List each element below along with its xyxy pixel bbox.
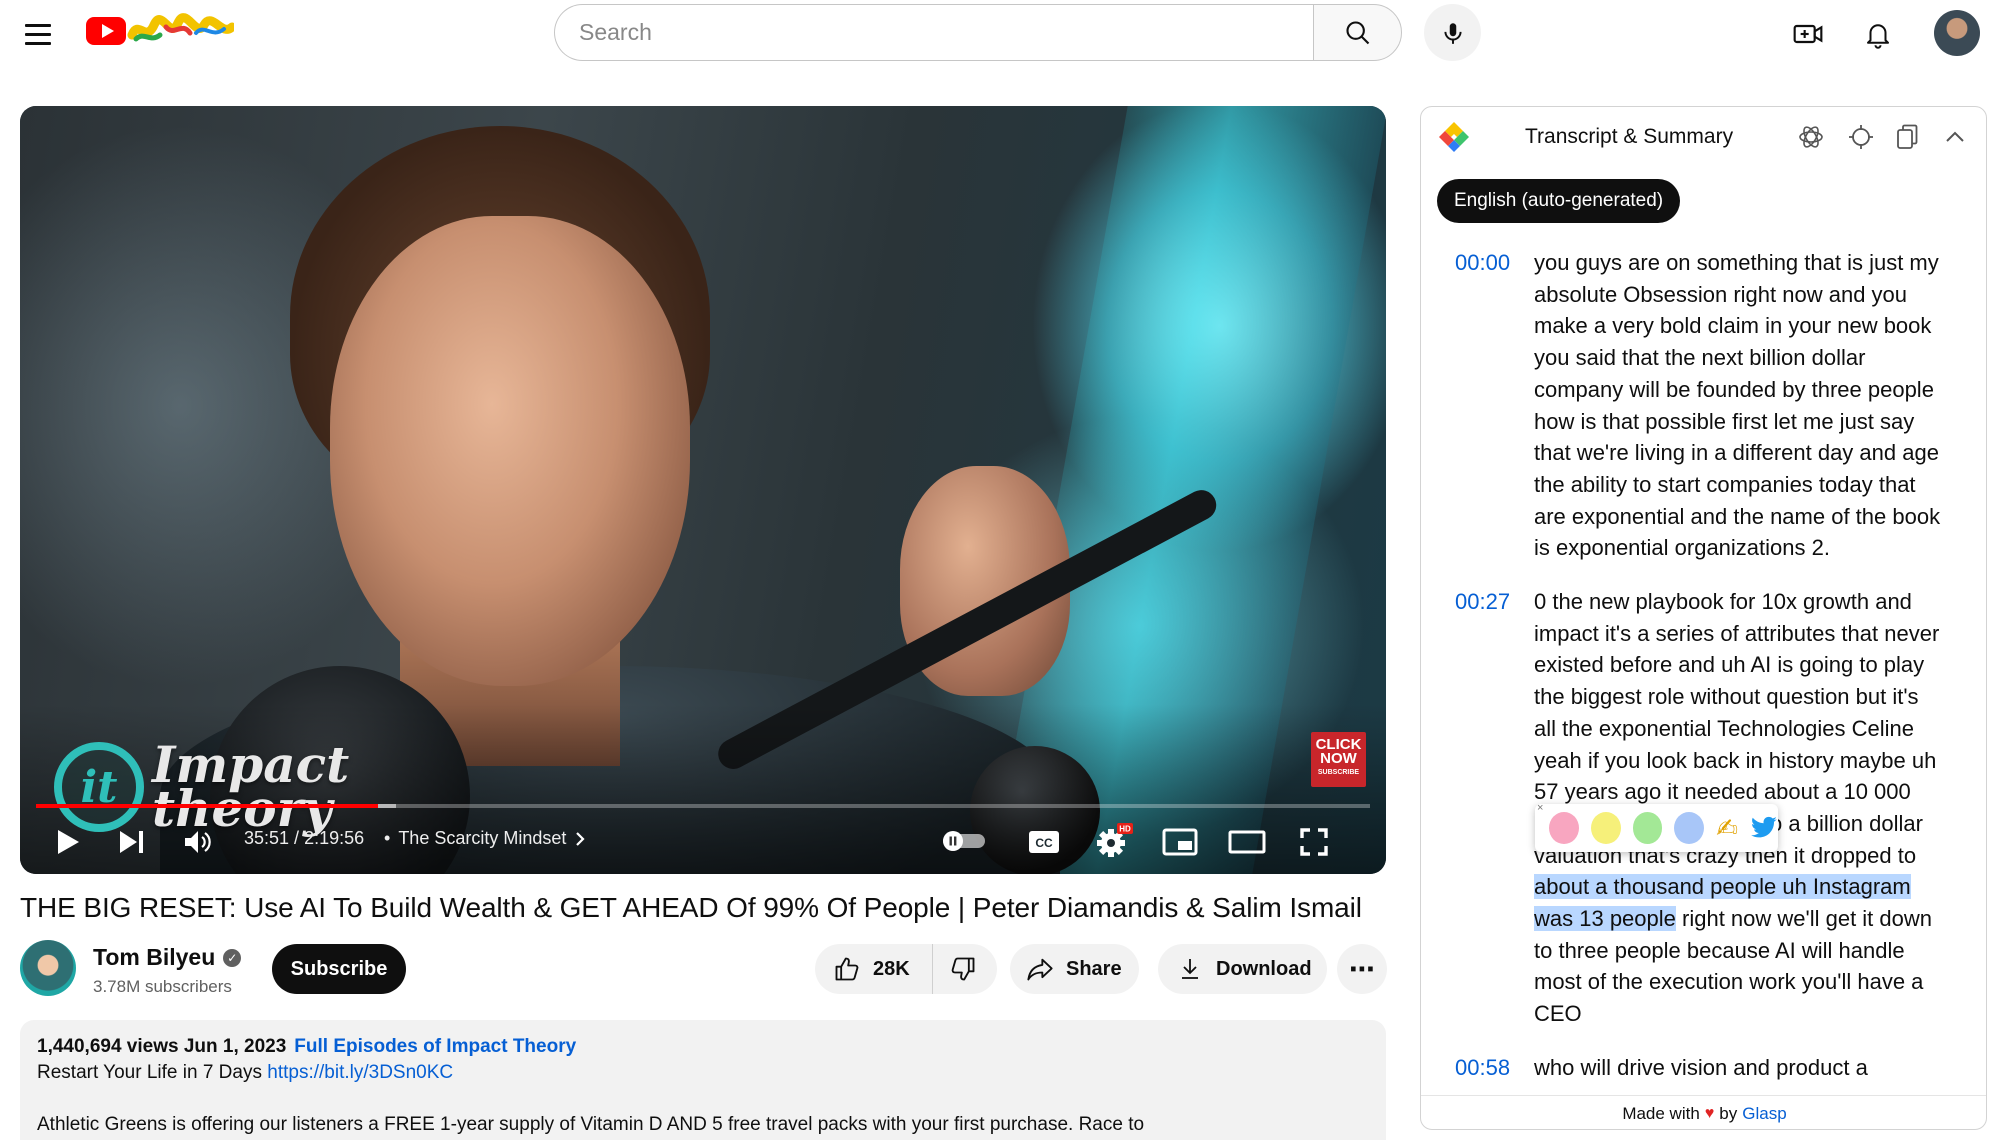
bell-icon [1867, 24, 1889, 49]
thumbs-down-icon [951, 957, 975, 981]
segment-text: who will drive vision and product a [1534, 1054, 1868, 1080]
transcript-summary-panel: Transcript & Summary English (auto-gener… [1420, 106, 1987, 1130]
jump-to-current-button[interactable] [1845, 121, 1877, 153]
create-video-button[interactable] [1786, 12, 1830, 56]
subscribe-button[interactable]: Subscribe [272, 944, 406, 994]
captions-button[interactable]: CC [1022, 822, 1066, 862]
subscribe-overlay-button[interactable]: CLICK NOW SUBSCRIBE [1311, 732, 1366, 787]
segment-text: you guys are on something that is just m… [1534, 250, 1941, 561]
copy-icon [1897, 124, 1918, 149]
thumbs-up-icon [835, 957, 859, 981]
highlight-pink-button[interactable] [1549, 812, 1579, 844]
transcript-list[interactable]: 00:00 you guys are on something that is … [1421, 247, 1986, 1095]
notifications-button[interactable] [1856, 12, 1900, 56]
masthead [0, 0, 2000, 72]
guide-menu-icon[interactable] [18, 14, 58, 54]
crosshair-icon [1849, 125, 1873, 149]
search-button[interactable] [1313, 4, 1402, 61]
download-icon [1182, 959, 1198, 979]
speaker-face [330, 216, 690, 686]
settings-button[interactable]: HD [1090, 818, 1136, 864]
highlight-green-button[interactable] [1632, 812, 1663, 844]
download-button[interactable]: Download [1158, 944, 1327, 994]
fullscreen-icon [1300, 828, 1328, 856]
channel-name-link[interactable]: Tom Bilyeu ✓ [93, 944, 242, 971]
like-dislike-group: 28K [815, 944, 997, 994]
channel-watermark[interactable]: it Impact theory [54, 740, 349, 834]
chatgpt-summary-button[interactable] [1795, 121, 1827, 153]
share-icon [1027, 958, 1053, 981]
copy-transcript-button[interactable] [1891, 121, 1923, 153]
channel-avatar[interactable] [20, 940, 76, 996]
account-avatar[interactable] [1934, 10, 1980, 56]
mute-button[interactable] [178, 822, 218, 862]
timestamp-link[interactable]: 00:27 [1455, 586, 1534, 1030]
glasp-logo-icon [1439, 122, 1469, 152]
play-button[interactable] [48, 822, 88, 862]
panel-header: Transcript & Summary [1421, 107, 1986, 167]
openai-icon [1799, 126, 1823, 148]
miniplayer-icon [1162, 828, 1198, 856]
timestamp-link[interactable]: 00:58 [1455, 1052, 1534, 1084]
transcript-segment: 00:58 who will drive vision and product … [1421, 1052, 1986, 1084]
like-button[interactable]: 28K [815, 944, 933, 994]
search-input[interactable] [579, 19, 1313, 46]
pen-note-icon[interactable]: ✍ [1716, 813, 1738, 844]
svg-text:HD: HD [1119, 825, 1131, 834]
chapter-button[interactable]: • The Scarcity Mindset [384, 828, 586, 849]
autoplay-toggle[interactable] [940, 824, 988, 858]
description-text: Athletic Greens is offering our listener… [37, 1114, 1145, 1135]
timestamp-link[interactable]: 00:00 [1455, 247, 1534, 564]
time-display: 35:51 / 2:19:56 [244, 828, 365, 848]
progress-played [36, 804, 378, 808]
highlight-blue-button[interactable] [1674, 812, 1705, 844]
more-actions-button[interactable]: ⋯ [1337, 944, 1387, 994]
create-video-icon [1793, 24, 1823, 44]
search-box[interactable] [554, 4, 1313, 61]
next-icon [120, 831, 143, 853]
closed-captions-icon: CC [1029, 831, 1059, 853]
view-count-and-date: 1,440,694 views Jun 1, 2023 [37, 1036, 287, 1057]
youtube-doodle-logo[interactable] [86, 13, 234, 49]
chevron-up-icon [1946, 131, 1964, 142]
heart-icon: ♥ [1704, 1104, 1715, 1122]
volume-icon [185, 831, 211, 853]
twitter-icon[interactable] [1750, 815, 1778, 841]
dislike-button[interactable] [933, 944, 997, 994]
close-popup-icon[interactable]: × [1537, 802, 1543, 814]
microphone-icon [1443, 22, 1462, 44]
impact-theory-logo-icon: it [54, 742, 144, 832]
fullscreen-button[interactable] [1292, 822, 1336, 862]
svg-text:CC: CC [1035, 836, 1053, 850]
voice-search-button[interactable] [1424, 4, 1481, 61]
theater-mode-icon [1228, 830, 1266, 854]
panel-footer: Made with ♥ by Glasp [1421, 1095, 1986, 1129]
share-button[interactable]: Share [1010, 944, 1139, 994]
highlight-yellow-button[interactable] [1590, 812, 1621, 844]
collapse-panel-button[interactable] [1939, 121, 1971, 153]
gear-icon: HD [1097, 823, 1133, 857]
next-button[interactable] [112, 822, 152, 862]
verified-badge-icon: ✓ [223, 948, 242, 967]
search-icon [1345, 20, 1369, 44]
transcript-segment: 00:00 you guys are on something that is … [1421, 247, 1986, 564]
progress-bar[interactable] [36, 804, 1370, 808]
video-owner-row: Tom Bilyeu ✓ 3.78M subscribers Subscribe… [20, 940, 1387, 1000]
chevron-right-icon [576, 831, 585, 846]
theater-mode-button[interactable] [1224, 822, 1270, 862]
language-chip[interactable]: English (auto-generated) [1437, 179, 1681, 223]
play-icon [58, 830, 79, 854]
playlist-link[interactable]: Full Episodes of Impact Theory [294, 1036, 576, 1057]
panel-title: Transcript & Summary [1525, 125, 1734, 148]
video-title: THE BIG RESET: Use AI To Build Wealth & … [20, 892, 1362, 923]
description-box[interactable]: 1,440,694 views Jun 1, 2023 Full Episodes… [20, 1020, 1386, 1140]
glasp-link[interactable]: Glasp [1742, 1104, 1786, 1124]
restart-link[interactable]: https://bit.ly/3DSn0KC [267, 1062, 453, 1083]
highlighter-popup: × ✍ [1535, 802, 1778, 852]
more-horizontal-icon: ⋯ [1349, 953, 1375, 984]
video-player[interactable]: it Impact theory CLICK NOW SUBSCRIBE 35:… [20, 106, 1386, 874]
autoplay-toggle-icon [943, 831, 985, 851]
subscriber-count: 3.78M subscribers [93, 977, 232, 996]
miniplayer-button[interactable] [1158, 822, 1202, 862]
